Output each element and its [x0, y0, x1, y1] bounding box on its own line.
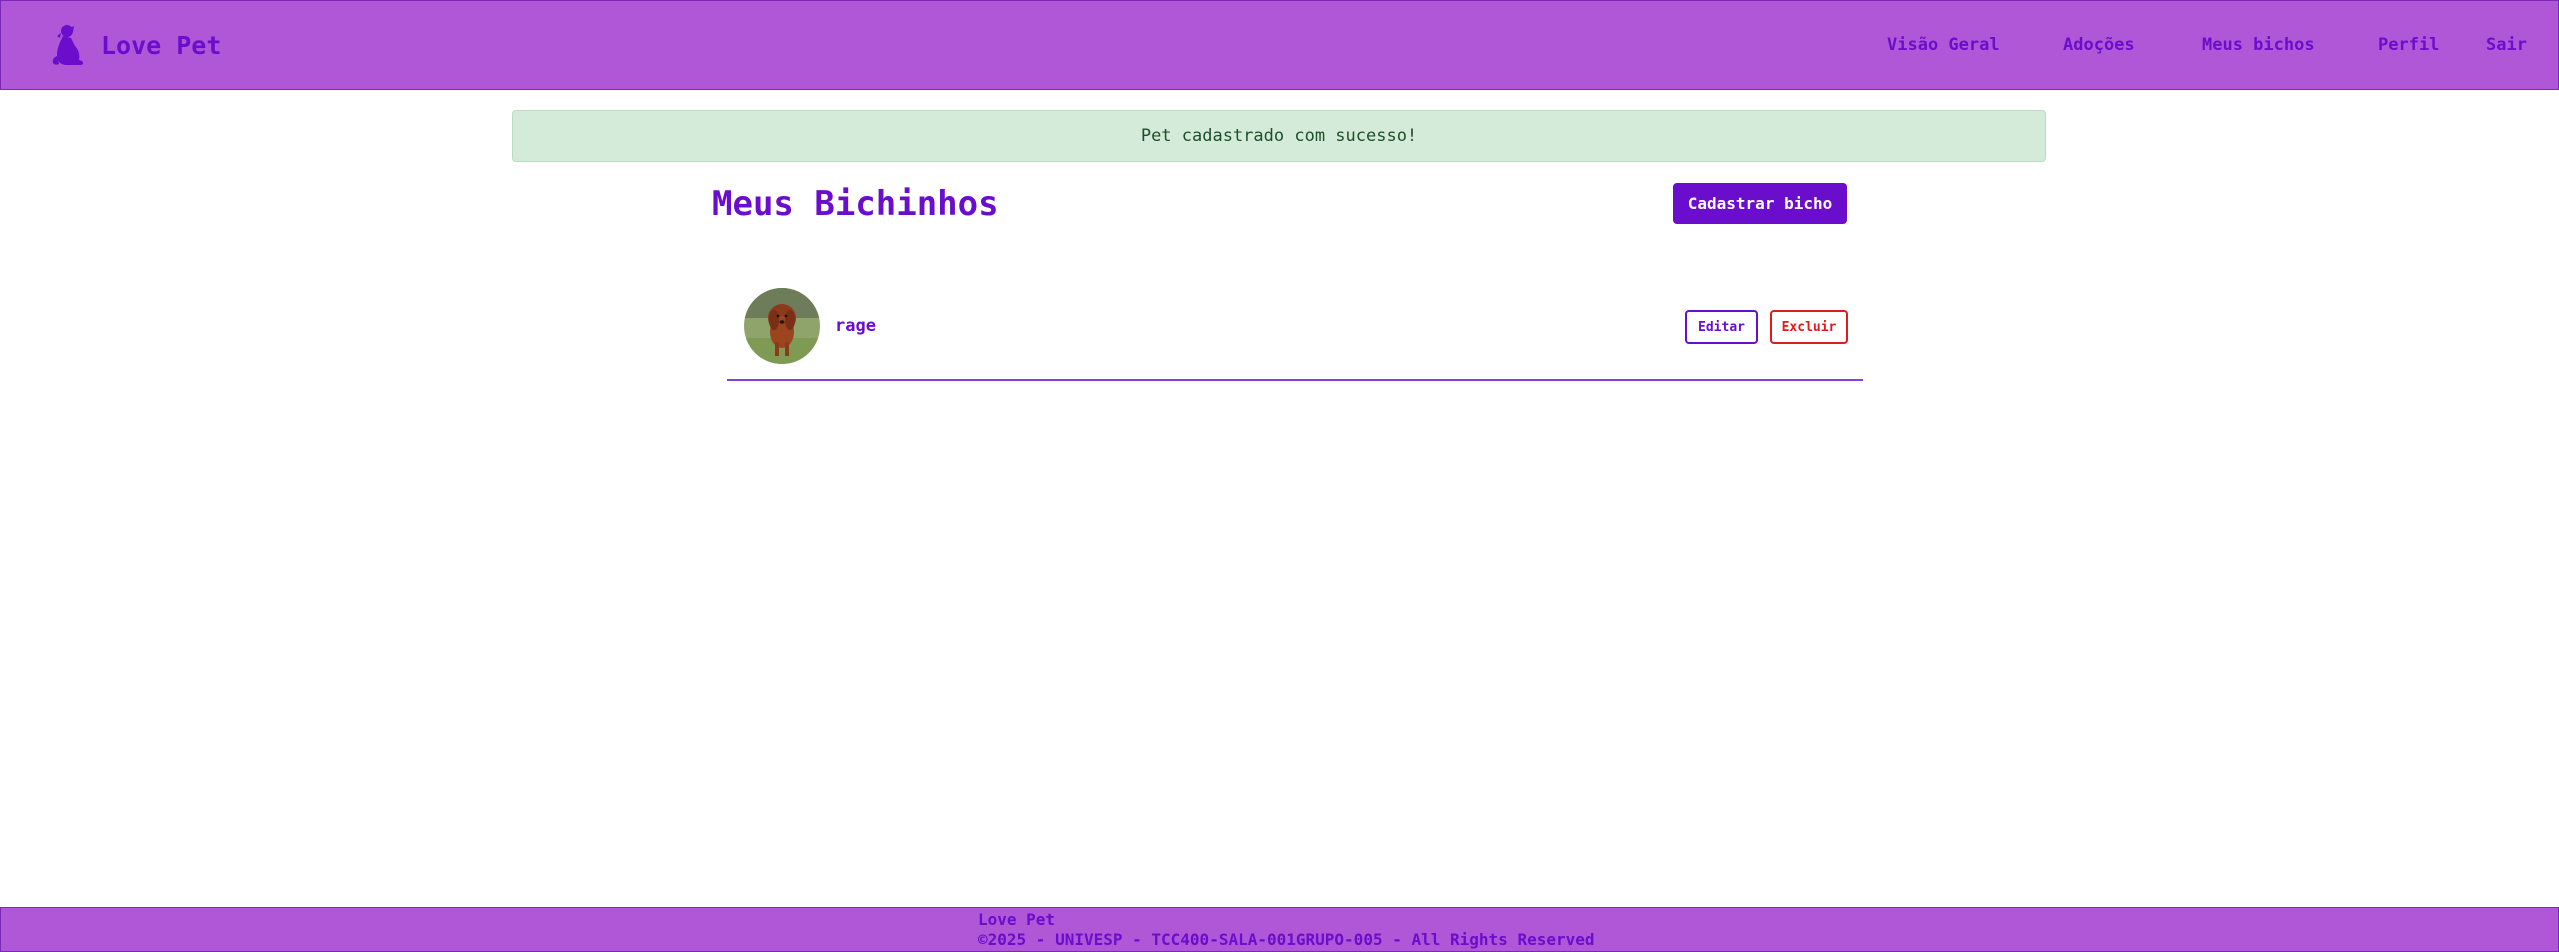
- brand-name: Love Pet: [101, 30, 222, 60]
- page-title: Meus Bichinhos: [712, 184, 999, 224]
- nav-link-adoptions[interactable]: Adoções: [2063, 35, 2135, 55]
- alert-message: Pet cadastrado com sucesso!: [1140, 126, 1418, 146]
- pet-name: rage: [835, 316, 876, 336]
- dog-icon: [51, 24, 85, 66]
- nav-link-logout[interactable]: Sair: [2486, 35, 2527, 55]
- navbar: Love Pet Visão Geral Adoções Meus bichos…: [0, 0, 2559, 90]
- delete-pet-button[interactable]: Excluir: [1770, 310, 1848, 344]
- footer-copyright: ©2025 - UNIVESP - TCC400-SALA-001GRUPO-0…: [978, 930, 1595, 949]
- pet-avatar: [744, 288, 820, 364]
- success-alert: Pet cadastrado com sucesso!: [512, 110, 2046, 162]
- page: Love Pet Visão Geral Adoções Meus bichos…: [0, 0, 2559, 952]
- register-pet-button[interactable]: Cadastrar bicho: [1673, 183, 1847, 224]
- nav-link-my-pets[interactable]: Meus bichos: [2202, 35, 2315, 55]
- edit-pet-button[interactable]: Editar: [1685, 310, 1758, 344]
- nav-link-overview[interactable]: Visão Geral: [1887, 35, 2000, 55]
- footer: Love Pet ©2025 - UNIVESP - TCC400-SALA-0…: [0, 907, 2559, 952]
- footer-title: Love Pet: [978, 910, 1056, 929]
- brand-link[interactable]: Love Pet: [51, 23, 221, 67]
- pet-list-item: rage Editar Excluir: [727, 282, 1863, 381]
- nav-link-profile[interactable]: Perfil: [2378, 35, 2439, 55]
